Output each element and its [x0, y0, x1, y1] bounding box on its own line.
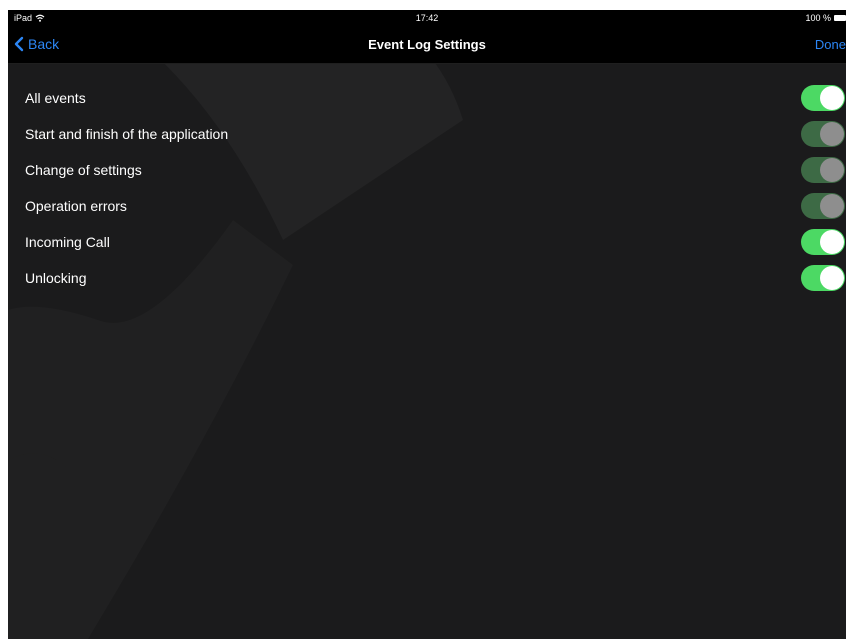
done-button[interactable]: Done	[815, 37, 846, 52]
setting-label: Unlocking	[25, 270, 87, 286]
settings-row: Start and finish of the application	[8, 116, 846, 152]
toggle-knob	[820, 158, 844, 182]
status-bar: iPad 17:42 100 %	[8, 10, 846, 28]
toggle-switch[interactable]	[801, 85, 845, 111]
setting-label: Operation errors	[25, 198, 127, 214]
status-time: 17:42	[415, 13, 439, 23]
toggle-knob	[820, 122, 844, 146]
page-title: Event Log Settings	[368, 37, 486, 52]
setting-label: Start and finish of the application	[25, 126, 229, 142]
settings-list: All events Start and finish of the appli…	[8, 80, 846, 296]
settings-row: Change of settings	[8, 152, 846, 188]
settings-row: Unlocking	[8, 260, 846, 296]
toggle-switch[interactable]	[801, 193, 845, 219]
toggle-switch[interactable]	[801, 157, 845, 183]
toggle-knob	[820, 194, 844, 218]
settings-row: All events	[8, 80, 846, 116]
toggle-switch[interactable]	[801, 265, 845, 291]
toggle-knob	[820, 266, 844, 290]
battery-percent: 100 %	[805, 13, 831, 23]
settings-row: Operation errors	[8, 188, 846, 224]
setting-label: All events	[25, 90, 86, 106]
device-screen: iPad 17:42 100 % Back Event Log Settings…	[8, 10, 846, 639]
toggle-knob	[820, 230, 844, 254]
setting-label: Incoming Call	[25, 234, 110, 250]
settings-row: Incoming Call	[8, 224, 846, 260]
toggle-switch[interactable]	[801, 121, 845, 147]
page: iPad 17:42 100 % Back Event Log Settings…	[0, 0, 846, 639]
navigation-bar: Back Event Log Settings Done	[8, 28, 846, 64]
battery-icon	[834, 15, 846, 21]
setting-label: Change of settings	[25, 162, 142, 178]
toggle-switch[interactable]	[801, 229, 845, 255]
toggle-knob	[820, 86, 844, 110]
status-right: 100 %	[805, 13, 846, 23]
